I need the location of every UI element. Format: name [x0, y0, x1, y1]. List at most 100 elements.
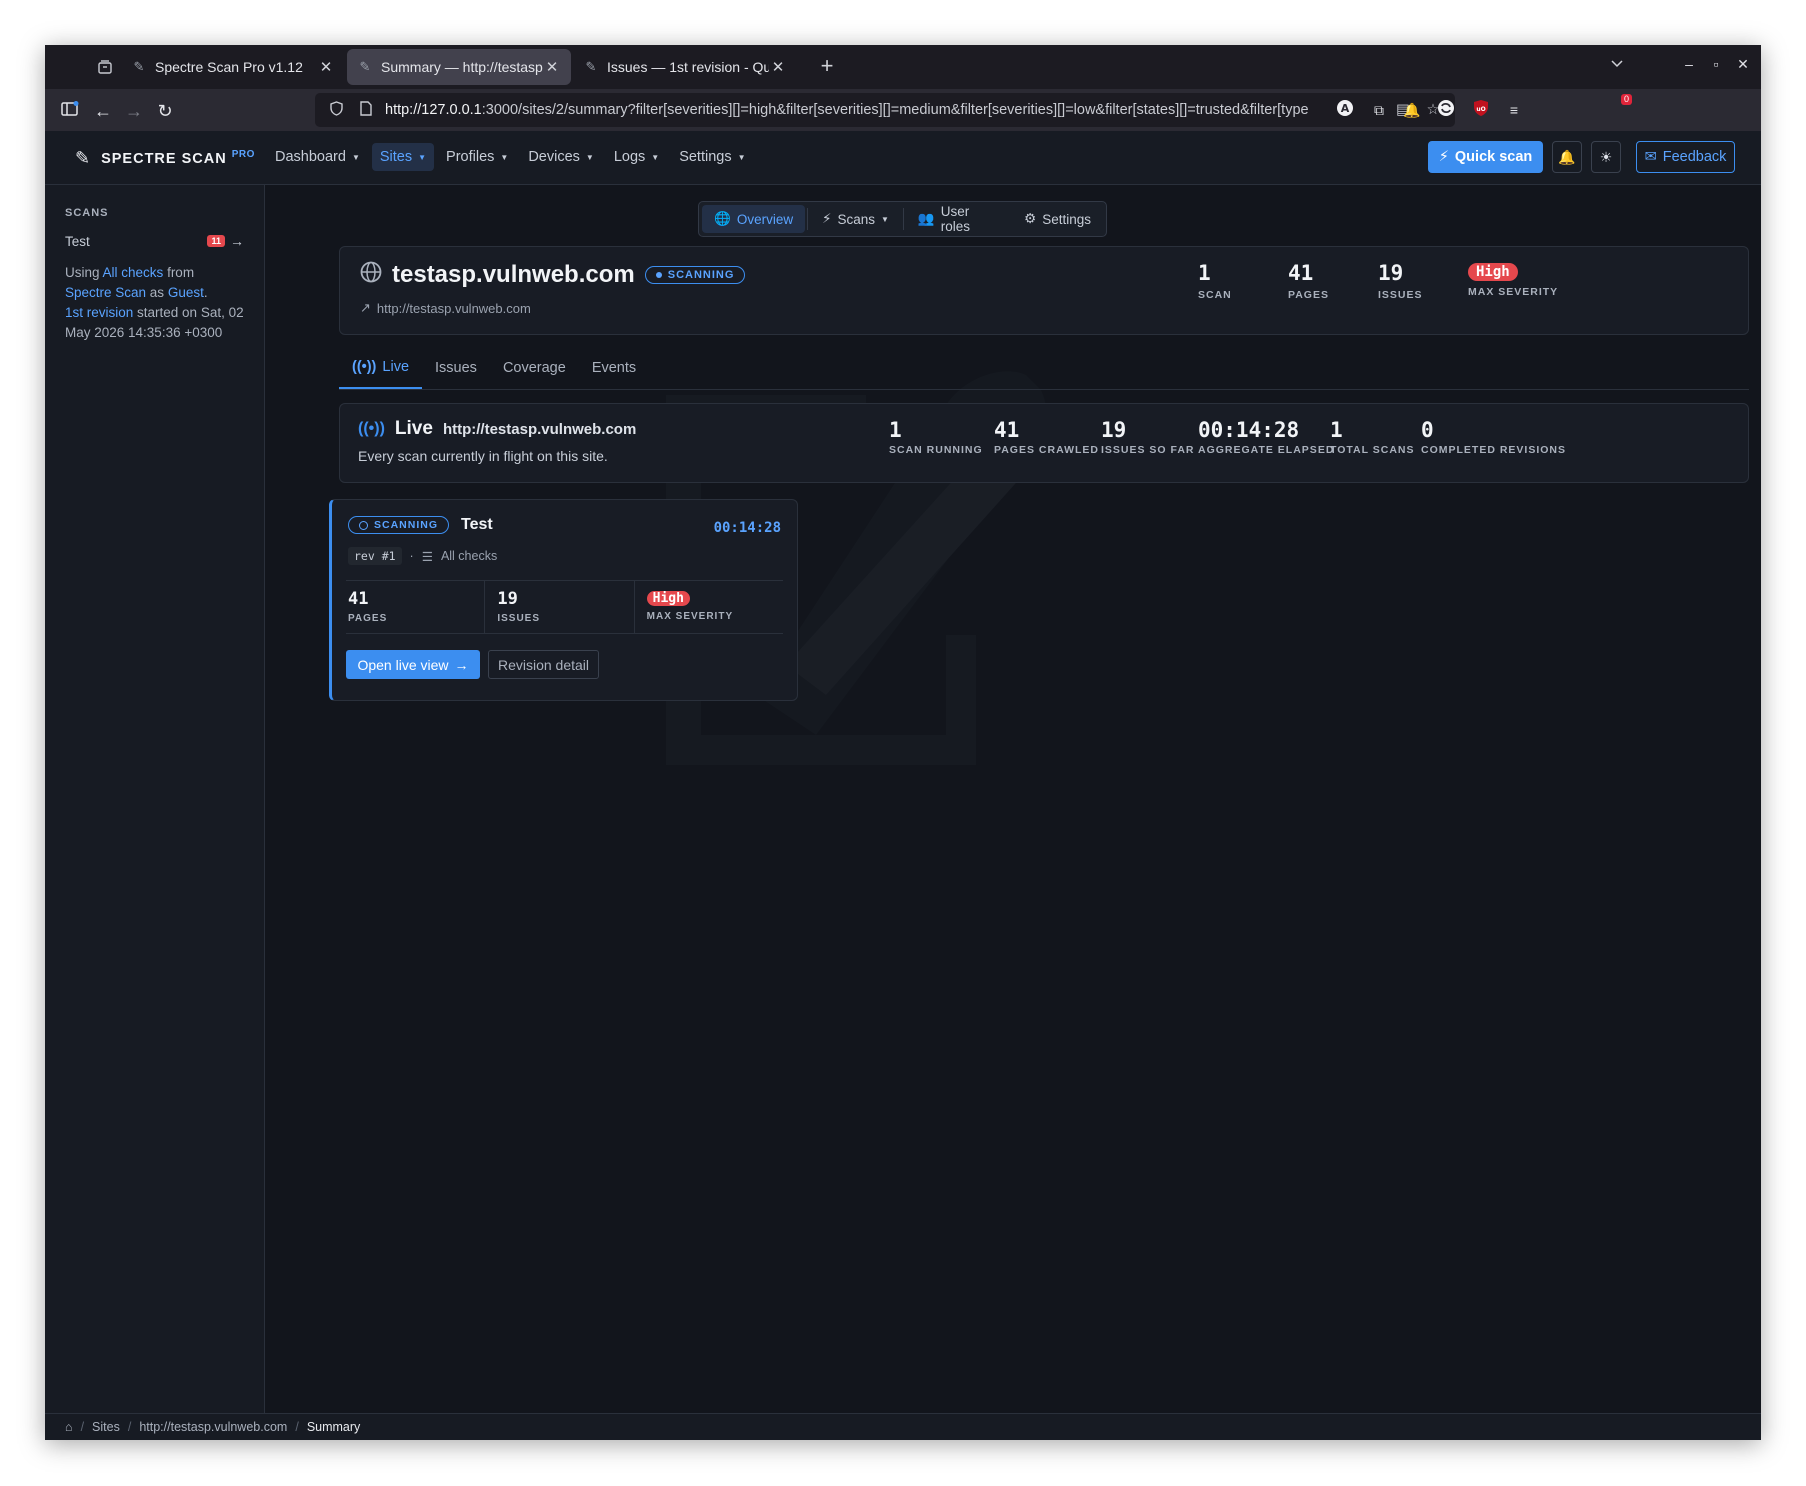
subnav-scans[interactable]: ⚡ Scans ▼	[810, 205, 901, 233]
scan-stat-issues: 19 ISSUES	[485, 581, 635, 633]
site-url-link[interactable]: ↗ http://testasp.vulnweb.com	[360, 300, 531, 316]
browser-tab-strip: ✎ Spectre Scan Pro v1.12 ✕ ✎ Summary — h…	[45, 45, 1761, 89]
stat-issues: 19 ISSUES	[1378, 261, 1423, 301]
brand-tag: PRO	[231, 149, 255, 160]
dot-separator: ·	[409, 549, 414, 563]
device-link[interactable]: Spectre Scan	[65, 285, 146, 300]
main-menu: Dashboard ▼ Sites ▼ Profiles ▼ Devices ▼ Log…	[267, 143, 754, 171]
bolt-icon: ⚡	[1438, 149, 1449, 165]
scan-meta: rev #1 · ☰ All checks	[348, 547, 497, 565]
back-icon[interactable]: ←	[90, 98, 116, 124]
tab-coverage[interactable]: Coverage	[490, 347, 579, 389]
browser-tab-active[interactable]: ✎ Summary — http://testasp ✕	[347, 49, 571, 85]
live-stat-elapsed: 00:14:28 AGGREGATE ELAPSED	[1198, 418, 1335, 456]
caret-down-icon: ▼	[881, 214, 889, 224]
live-stat-completed-revisions: 0 COMPLETED REVISIONS	[1421, 418, 1567, 456]
forward-icon[interactable]: →	[121, 98, 147, 124]
home-icon[interactable]: ⌂	[65, 1420, 73, 1434]
subnav-overview[interactable]: 🌐 Overview	[702, 205, 806, 233]
reload-icon[interactable]: ↻	[152, 98, 178, 124]
browser-tab[interactable]: ✎ Issues — 1st revision - Qui ✕	[573, 49, 797, 85]
antenna-icon: ((•))	[352, 359, 377, 375]
notifications-button[interactable]: 🔔	[1552, 141, 1582, 173]
maximize-icon[interactable]: ▫	[1707, 56, 1725, 72]
site-subnav: 🌐 Overview ⚡ Scans ▼ 👥 User roles ⚙ Sett…	[698, 201, 1107, 237]
sync-icon[interactable]	[1435, 99, 1457, 121]
menu-profiles[interactable]: Profiles ▼	[438, 143, 516, 171]
menu-settings[interactable]: Settings ▼	[671, 143, 753, 171]
brand[interactable]: ✎ SPECTRE SCAN PRO	[75, 148, 255, 169]
revision-link[interactable]: 1st revision	[65, 305, 133, 320]
tab-events[interactable]: Events	[579, 347, 649, 389]
scan-stat-severity: High MAX SEVERITY	[646, 591, 734, 622]
new-tab-icon[interactable]: +	[815, 55, 839, 79]
browser-nav-bar: ← → ↻ http://127.0.0.1:3000/sites/2/summ…	[45, 89, 1761, 131]
sun-icon: ☀	[1599, 148, 1613, 165]
scan-card: SCANNING Test 00:14:28 rev #1 · ☰ All ch…	[329, 499, 798, 701]
severity-badge: High	[1468, 263, 1518, 281]
menu-sites[interactable]: Sites ▼	[371, 143, 435, 171]
page-icon	[355, 101, 377, 119]
tab-live[interactable]: ((•)) Live	[339, 347, 423, 389]
chevron-down-icon[interactable]	[1610, 56, 1624, 72]
arrow-right-icon[interactable]: →	[230, 233, 244, 249]
minimize-icon[interactable]: –	[1680, 56, 1698, 72]
caret-down-icon: ▼	[418, 152, 427, 162]
scan-card-header: SCANNING Test	[348, 516, 493, 534]
tab-issues[interactable]: Issues	[422, 347, 490, 389]
url-bar[interactable]: http://127.0.0.1:3000/sites/2/summary?fi…	[315, 93, 1455, 127]
globe-icon: 🌐	[714, 211, 731, 226]
pen-icon: ✎	[359, 59, 371, 74]
caret-down-icon: ▼	[651, 152, 660, 162]
stat-pages: 41 PAGES	[1288, 261, 1329, 301]
hamburger-menu-icon[interactable]: ≡	[1503, 99, 1525, 121]
close-tab-icon[interactable]: ✕	[543, 58, 561, 76]
status-badge: SCANNING	[644, 266, 746, 284]
breadcrumb-separator: /	[127, 1420, 132, 1434]
scan-name[interactable]: Test	[461, 516, 493, 534]
theme-toggle-button[interactable]: ☀	[1591, 141, 1621, 173]
open-live-view-button[interactable]: Open live view →	[346, 650, 480, 679]
subnav-user-roles[interactable]: 👥 User roles	[906, 204, 1010, 234]
live-stat-issues: 19 ISSUES SO FAR	[1101, 418, 1195, 456]
sidebar-item-test[interactable]: Test 11 →	[65, 233, 244, 249]
breadcrumb-site[interactable]: http://testasp.vulnweb.com	[139, 1420, 287, 1434]
feedback-button[interactable]: ✉ Feedback	[1636, 141, 1735, 173]
pen-icon: ✎	[585, 59, 597, 74]
caret-down-icon: ▼	[585, 152, 594, 162]
url-text[interactable]: http://127.0.0.1:3000/sites/2/summary?fi…	[385, 102, 1385, 118]
subnav-settings[interactable]: ⚙ Settings	[1012, 205, 1103, 233]
revision-detail-button[interactable]: Revision detail	[488, 650, 599, 679]
user-link[interactable]: Guest	[168, 285, 204, 300]
breadcrumb-sites[interactable]: Sites	[92, 1420, 120, 1434]
sliders-icon: ☰	[421, 549, 433, 564]
live-stat-scan-running: 1 SCAN RUNNING	[889, 418, 983, 456]
close-tab-icon[interactable]: ✕	[317, 58, 335, 76]
external-link-icon: ↗	[360, 300, 371, 315]
pen-icon: ✎	[133, 59, 145, 74]
shield-icon[interactable]	[325, 101, 347, 119]
account-icon[interactable]: A	[1334, 99, 1356, 121]
sidebar-scan-name[interactable]: Test	[65, 234, 90, 249]
ublock-icon[interactable]: uO	[1470, 99, 1492, 121]
caret-down-icon: ▼	[500, 152, 509, 162]
tab-list-icon[interactable]	[95, 57, 115, 77]
logo-pen-icon: ✎	[75, 148, 92, 168]
envelope-icon: ✉	[1644, 149, 1657, 165]
profile-link[interactable]: All checks	[103, 265, 164, 280]
live-subtitle: Every scan currently in flight on this s…	[358, 448, 608, 464]
extensions-puzzle-icon[interactable]: ⧉	[1368, 99, 1390, 121]
close-window-icon[interactable]: ✕	[1734, 56, 1752, 73]
menu-dashboard[interactable]: Dashboard ▼	[267, 143, 368, 171]
quick-scan-button[interactable]: ⚡ Quick scan	[1428, 141, 1543, 173]
sidebar-title: SCANS	[65, 207, 109, 219]
menu-logs[interactable]: Logs ▼	[606, 143, 667, 171]
breadcrumb-separator: /	[295, 1420, 299, 1434]
close-tab-icon[interactable]: ✕	[769, 58, 787, 76]
sidebar-toggle-icon[interactable]	[57, 98, 83, 124]
notification-ext-icon[interactable]: 🔔	[1401, 99, 1423, 121]
menu-devices[interactable]: Devices ▼	[520, 143, 602, 171]
site-title: testasp.vulnweb.com SCANNING	[360, 261, 746, 289]
spinner-icon	[359, 520, 368, 530]
browser-tab[interactable]: ✎ Spectre Scan Pro v1.12 ✕	[121, 49, 345, 85]
